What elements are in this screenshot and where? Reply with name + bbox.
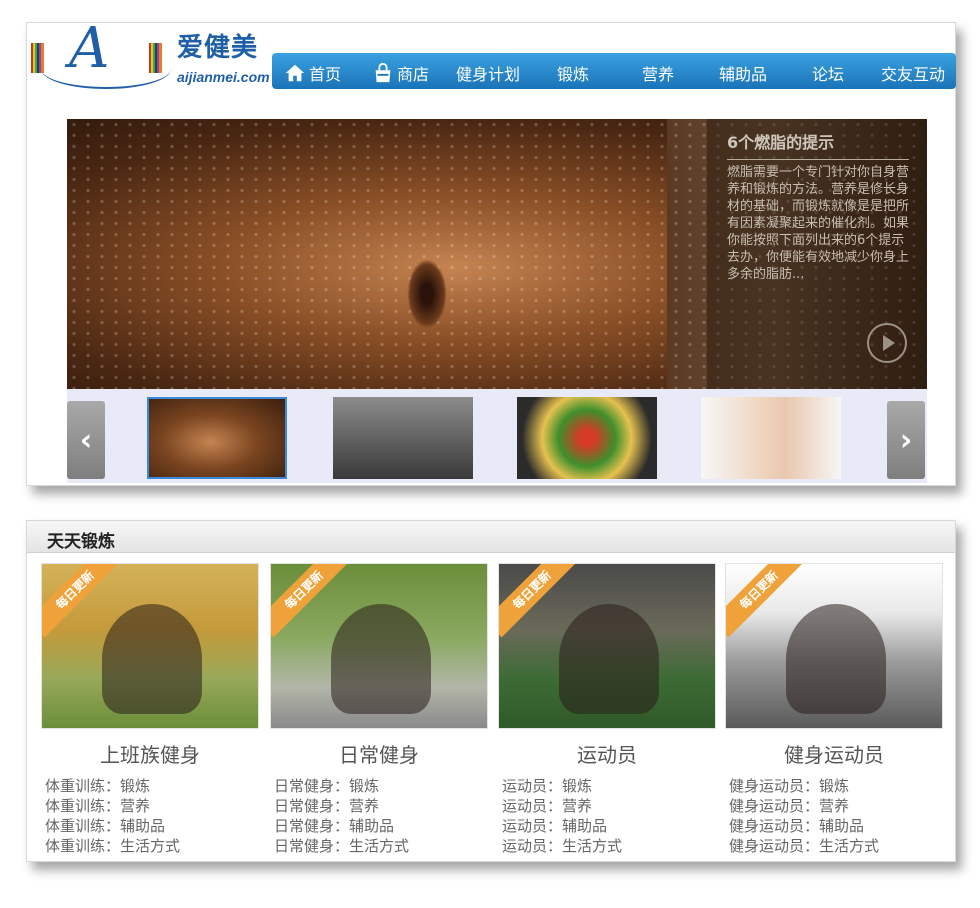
card-link[interactable]: 日常健身：营养 <box>274 796 488 816</box>
card-athlete[interactable]: 每日更新 运动员 运动员：锻炼 运动员：营养 运动员：辅助品 运动员：生活方式 <box>498 563 716 856</box>
card-link[interactable]: 日常健身：锻炼 <box>274 776 488 796</box>
card-link[interactable]: 体重训练：营养 <box>45 796 259 816</box>
daily-update-ribbon: 每日更新 <box>271 564 352 638</box>
daily-update-ribbon: 每日更新 <box>726 564 807 638</box>
card-link[interactable]: 体重训练：锻炼 <box>45 776 259 796</box>
card-link[interactable]: 体重训练：辅助品 <box>45 816 259 836</box>
card-link[interactable]: 健身运动员：辅助品 <box>729 816 943 836</box>
card-image[interactable]: 每日更新 <box>725 563 943 729</box>
card-link[interactable]: 日常健身：辅助品 <box>274 816 488 836</box>
card-title[interactable]: 健身运动员 <box>725 739 943 768</box>
daily-update-ribbon: 每日更新 <box>42 564 123 638</box>
nav-item-shop[interactable]: 商店 <box>372 61 429 85</box>
nav-label: 交友互动 <box>881 65 946 84</box>
card-link[interactable]: 运动员：营养 <box>502 796 716 816</box>
chevron-left-icon[interactable]: ‹ <box>67 401 105 479</box>
nav-item-social[interactable]: 交友互动 <box>881 61 945 85</box>
header-panel: A 爱健美 aijianmei.com 首页 商店 健身计划 锻炼 营养 辅助品… <box>26 21 956 486</box>
card-link[interactable]: 体重训练：生活方式 <box>45 836 259 856</box>
hero-banner[interactable]: 6个燃脂的提示 燃脂需要一个专门针对你自身营养和锻炼的方法。营养是修长身材的基础… <box>67 119 927 389</box>
card-link-list: 体重训练：锻炼 体重训练：营养 体重训练：辅助品 体重训练：生活方式 <box>41 776 259 856</box>
site-logo[interactable]: A 爱健美 aijianmei.com <box>31 21 271 95</box>
nav-item-home[interactable]: 首页 <box>284 61 341 85</box>
card-link[interactable]: 健身运动员：营养 <box>729 796 943 816</box>
card-link[interactable]: 健身运动员：锻炼 <box>729 776 943 796</box>
nav-label: 首页 <box>309 65 342 84</box>
section-title: 天天锻炼 <box>27 521 955 553</box>
play-icon[interactable] <box>867 323 907 363</box>
logo-letter: A <box>69 16 110 81</box>
nav-label: 辅助品 <box>719 65 768 84</box>
card-link-list: 运动员：锻炼 运动员：营养 运动员：辅助品 运动员：生活方式 <box>498 776 716 856</box>
card-title[interactable]: 上班族健身 <box>41 739 259 768</box>
banner-navel <box>407 259 447 329</box>
card-office-fitness[interactable]: 每日更新 上班族健身 体重训练：锻炼 体重训练：营养 体重训练：辅助品 体重训练… <box>41 563 259 856</box>
nav-label: 论坛 <box>812 65 845 84</box>
card-link[interactable]: 健身运动员：生活方式 <box>729 836 943 856</box>
thumbnail-bodybuilder[interactable] <box>333 397 473 479</box>
shopping-bag-icon <box>375 62 391 83</box>
card-grid: 每日更新 上班族健身 体重训练：锻炼 体重训练：营养 体重训练：辅助品 体重训练… <box>39 563 949 859</box>
nav-label: 锻炼 <box>557 65 590 84</box>
card-link[interactable]: 运动员：辅助品 <box>502 816 716 836</box>
card-figure <box>559 604 659 714</box>
thumbnail-strip: ‹ › <box>67 389 927 483</box>
card-link[interactable]: 日常健身：生活方式 <box>274 836 488 856</box>
card-link[interactable]: 运动员：锻炼 <box>502 776 716 796</box>
chevron-right-icon[interactable]: › <box>887 401 925 479</box>
daily-workout-panel: 天天锻炼 每日更新 上班族健身 体重训练：锻炼 体重训练：营养 体重训练：辅助品… <box>26 520 956 862</box>
card-figure <box>786 604 886 714</box>
thumbnail-salad[interactable] <box>517 397 657 479</box>
nav-item-fitness-plan[interactable]: 健身计划 <box>456 61 520 85</box>
banner-caption: 6个燃脂的提示 燃脂需要一个专门针对你自身营养和锻炼的方法。营养是修长身材的基础… <box>707 119 927 389</box>
nav-item-nutrition[interactable]: 营养 <box>642 61 674 85</box>
card-image[interactable]: 每日更新 <box>270 563 488 729</box>
card-image[interactable]: 每日更新 <box>498 563 716 729</box>
nav-item-workout[interactable]: 锻炼 <box>557 61 589 85</box>
nav-label: 健身计划 <box>456 65 521 84</box>
daily-update-ribbon: 每日更新 <box>499 564 580 638</box>
card-figure <box>102 604 202 714</box>
nav-item-forum[interactable]: 论坛 <box>812 61 844 85</box>
logo-chinese-name: 爱健美 <box>177 33 259 63</box>
nav-label: 营养 <box>642 65 675 84</box>
nav-item-supplements[interactable]: 辅助品 <box>719 61 767 85</box>
logo-domain: aijianmei.com <box>177 69 270 85</box>
card-image[interactable]: 每日更新 <box>41 563 259 729</box>
banner-title: 6个燃脂的提示 <box>727 129 909 160</box>
card-title[interactable]: 运动员 <box>498 739 716 768</box>
card-link-list: 日常健身：锻炼 日常健身：营养 日常健身：辅助品 日常健身：生活方式 <box>270 776 488 856</box>
card-link-list: 健身运动员：锻炼 健身运动员：营养 健身运动员：辅助品 健身运动员：生活方式 <box>725 776 943 856</box>
card-figure <box>331 604 431 714</box>
nav-label: 商店 <box>397 65 430 84</box>
card-fitness-athlete[interactable]: 每日更新 健身运动员 健身运动员：锻炼 健身运动员：营养 健身运动员：辅助品 健… <box>725 563 943 856</box>
card-title[interactable]: 日常健身 <box>270 739 488 768</box>
main-nav: 首页 商店 健身计划 锻炼 营养 辅助品 论坛 交友互动 <box>272 53 956 89</box>
banner-text: 燃脂需要一个专门针对你自身营养和锻炼的方法。营养是修长身材的基础，而锻炼就像是是… <box>727 165 910 282</box>
thumbnail-waist[interactable] <box>701 397 841 479</box>
thumbnail-abs[interactable] <box>147 397 287 479</box>
home-icon <box>285 64 305 82</box>
card-daily-fitness[interactable]: 每日更新 日常健身 日常健身：锻炼 日常健身：营养 日常健身：辅助品 日常健身：… <box>270 563 488 856</box>
card-link[interactable]: 运动员：生活方式 <box>502 836 716 856</box>
